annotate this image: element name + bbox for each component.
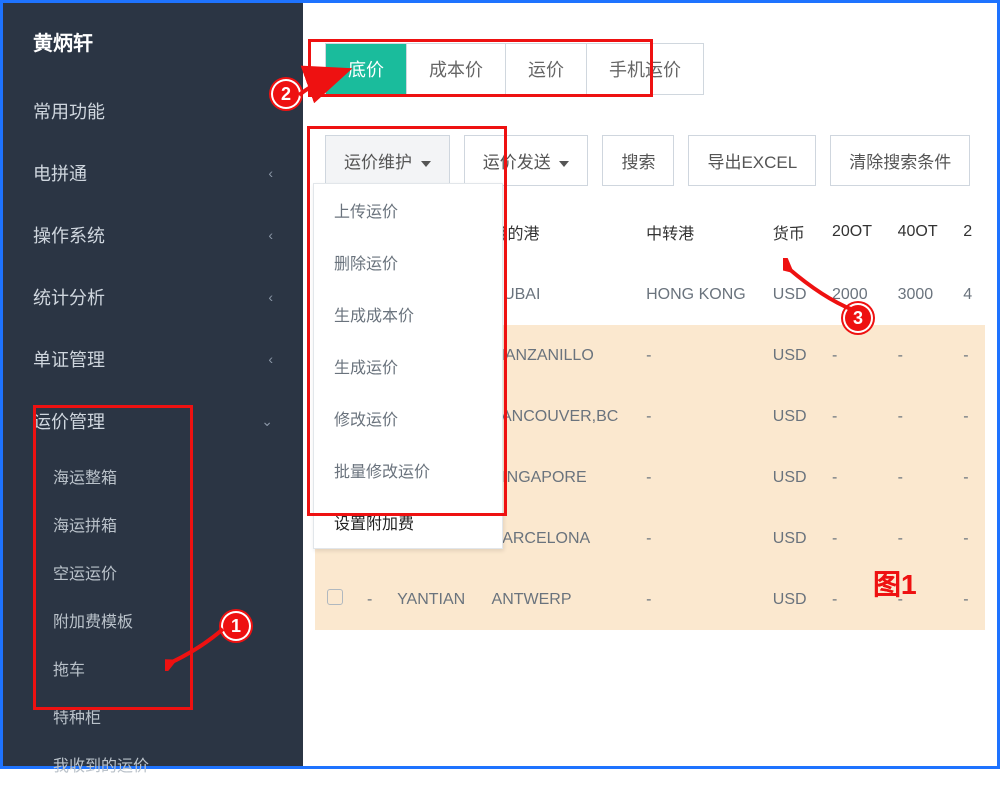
dd-batch-modify[interactable]: 批量修改运价 <box>314 444 502 496</box>
cell-blank: - <box>355 569 385 630</box>
sub-fcl[interactable]: 海运整箱 <box>53 452 303 500</box>
cell-20ot: - <box>820 325 886 386</box>
cell-2x: - <box>951 447 985 508</box>
cell-via: - <box>634 508 761 569</box>
th-20ot: 20OT <box>820 200 886 264</box>
cell-curr: USD <box>761 264 820 325</box>
sub-surcharge[interactable]: 附加费模板 <box>53 596 303 644</box>
cell-2x: 4 <box>951 264 985 325</box>
tab-cost-price[interactable]: 成本价 <box>407 44 506 94</box>
sidebar-item-label: 电拼通 <box>33 160 87 186</box>
sidebar-item-freight[interactable]: 运价管理 ⌄ <box>3 390 303 452</box>
checkbox[interactable] <box>327 589 343 605</box>
sidebar-item-dpt[interactable]: 电拼通 ‹ <box>3 142 303 204</box>
chevron-down-icon: ⌄ <box>261 413 273 430</box>
sidebar-submenu: 海运整箱 海运拼箱 空运运价 附加费模板 拖车 特种柜 我收到的运价 <box>3 452 303 788</box>
cell-2x: - <box>951 386 985 447</box>
cell-40ot: - <box>886 386 952 447</box>
sidebar-item-label: 统计分析 <box>33 284 105 310</box>
toolbar: 运价维护 运价发送 搜索 导出EXCEL 清除搜索条件 <box>325 135 985 186</box>
chevron-left-icon: ‹ <box>268 165 273 181</box>
tab-freight[interactable]: 运价 <box>506 44 587 94</box>
row-checkbox-cell <box>315 569 355 630</box>
cell-via: - <box>634 386 761 447</box>
chevron-left-icon: ‹ <box>268 289 273 305</box>
th-via: 中转港 <box>634 200 761 264</box>
cell-curr: USD <box>761 386 820 447</box>
caret-down-icon <box>559 161 569 167</box>
sidebar-item-docs[interactable]: 单证管理 ‹ <box>3 328 303 390</box>
send-dropdown-button[interactable]: 运价发送 <box>464 135 589 186</box>
cell-40ot: - <box>886 447 952 508</box>
sub-received[interactable]: 我收到的运价 <box>53 740 303 788</box>
dd-gencost[interactable]: 生成成本价 <box>314 288 502 340</box>
caret-down-icon <box>421 161 431 167</box>
th-curr: 货币 <box>761 200 820 264</box>
cell-via: HONG KONG <box>634 264 761 325</box>
sidebar: 黄炳轩 常用功能 电拼通 ‹ 操作系统 ‹ 统计分析 ‹ 单证管理 ‹ 运价管理… <box>3 3 303 766</box>
th-40ot: 40OT <box>886 200 952 264</box>
cell-curr: USD <box>761 447 820 508</box>
dd-delete[interactable]: 删除运价 <box>314 236 502 288</box>
main-content: 底价 成本价 运价 手机运价 运价维护 运价发送 搜索 导出EXCEL 清除搜索… <box>303 3 997 766</box>
sidebar-user: 黄炳轩 <box>3 3 303 80</box>
sub-lcl[interactable]: 海运拼箱 <box>53 500 303 548</box>
maintain-dropdown-menu: 上传运价 删除运价 生成成本价 生成运价 修改运价 批量修改运价 设置附加费 <box>313 183 503 549</box>
sidebar-item-label: 常用功能 <box>33 98 105 124</box>
sidebar-item-common[interactable]: 常用功能 <box>3 80 303 142</box>
cell-curr: USD <box>761 569 820 630</box>
chevron-left-icon: ‹ <box>268 351 273 367</box>
chevron-left-icon: ‹ <box>268 227 273 243</box>
sub-air[interactable]: 空运运价 <box>53 548 303 596</box>
tab-base-price[interactable]: 底价 <box>326 44 407 94</box>
maintain-dropdown-button[interactable]: 运价维护 <box>325 135 450 186</box>
cell-2x: - <box>951 569 985 630</box>
search-button[interactable]: 搜索 <box>602 135 674 186</box>
cell-2x: - <box>951 325 985 386</box>
tab-mobile-freight[interactable]: 手机运价 <box>587 44 703 94</box>
cell-40ot: - <box>886 508 952 569</box>
cell-2x: - <box>951 508 985 569</box>
cell-dest: ANTWERP <box>480 569 635 630</box>
annotation-num-1: 1 <box>221 611 251 641</box>
price-tabs: 底价 成本价 运价 手机运价 <box>325 43 704 95</box>
cell-via: - <box>634 569 761 630</box>
dd-set-surcharge[interactable]: 设置附加费 <box>314 496 502 548</box>
annotation-num-2: 2 <box>271 79 301 109</box>
dd-modify[interactable]: 修改运价 <box>314 392 502 444</box>
annotation-num-3: 3 <box>843 303 873 333</box>
sub-trailer[interactable]: 拖车 <box>53 644 303 692</box>
cell-via: - <box>634 325 761 386</box>
th-2x: 2 <box>951 200 985 264</box>
annotation-fig-label: 图1 <box>873 563 917 603</box>
cell-40ot: - <box>886 325 952 386</box>
sidebar-item-system[interactable]: 操作系统 ‹ <box>3 204 303 266</box>
sidebar-item-label: 运价管理 <box>33 408 105 434</box>
button-label: 运价维护 <box>344 153 412 172</box>
cell-curr: USD <box>761 508 820 569</box>
sidebar-item-label: 单证管理 <box>33 346 105 372</box>
cell-40ot: 3000 <box>886 264 952 325</box>
cell-curr: USD <box>761 325 820 386</box>
cell-20ot: - <box>820 447 886 508</box>
sidebar-item-stats[interactable]: 统计分析 ‹ <box>3 266 303 328</box>
sub-special[interactable]: 特种柜 <box>53 692 303 740</box>
clear-search-button[interactable]: 清除搜索条件 <box>830 135 970 186</box>
button-label: 运价发送 <box>483 153 551 172</box>
cell-pol: YANTIAN <box>385 569 479 630</box>
cell-20ot: - <box>820 508 886 569</box>
cell-20ot: - <box>820 386 886 447</box>
export-excel-button[interactable]: 导出EXCEL <box>688 135 816 186</box>
dd-genfreight[interactable]: 生成运价 <box>314 340 502 392</box>
sidebar-item-label: 操作系统 <box>33 222 105 248</box>
cell-via: - <box>634 447 761 508</box>
dd-upload[interactable]: 上传运价 <box>314 184 502 236</box>
